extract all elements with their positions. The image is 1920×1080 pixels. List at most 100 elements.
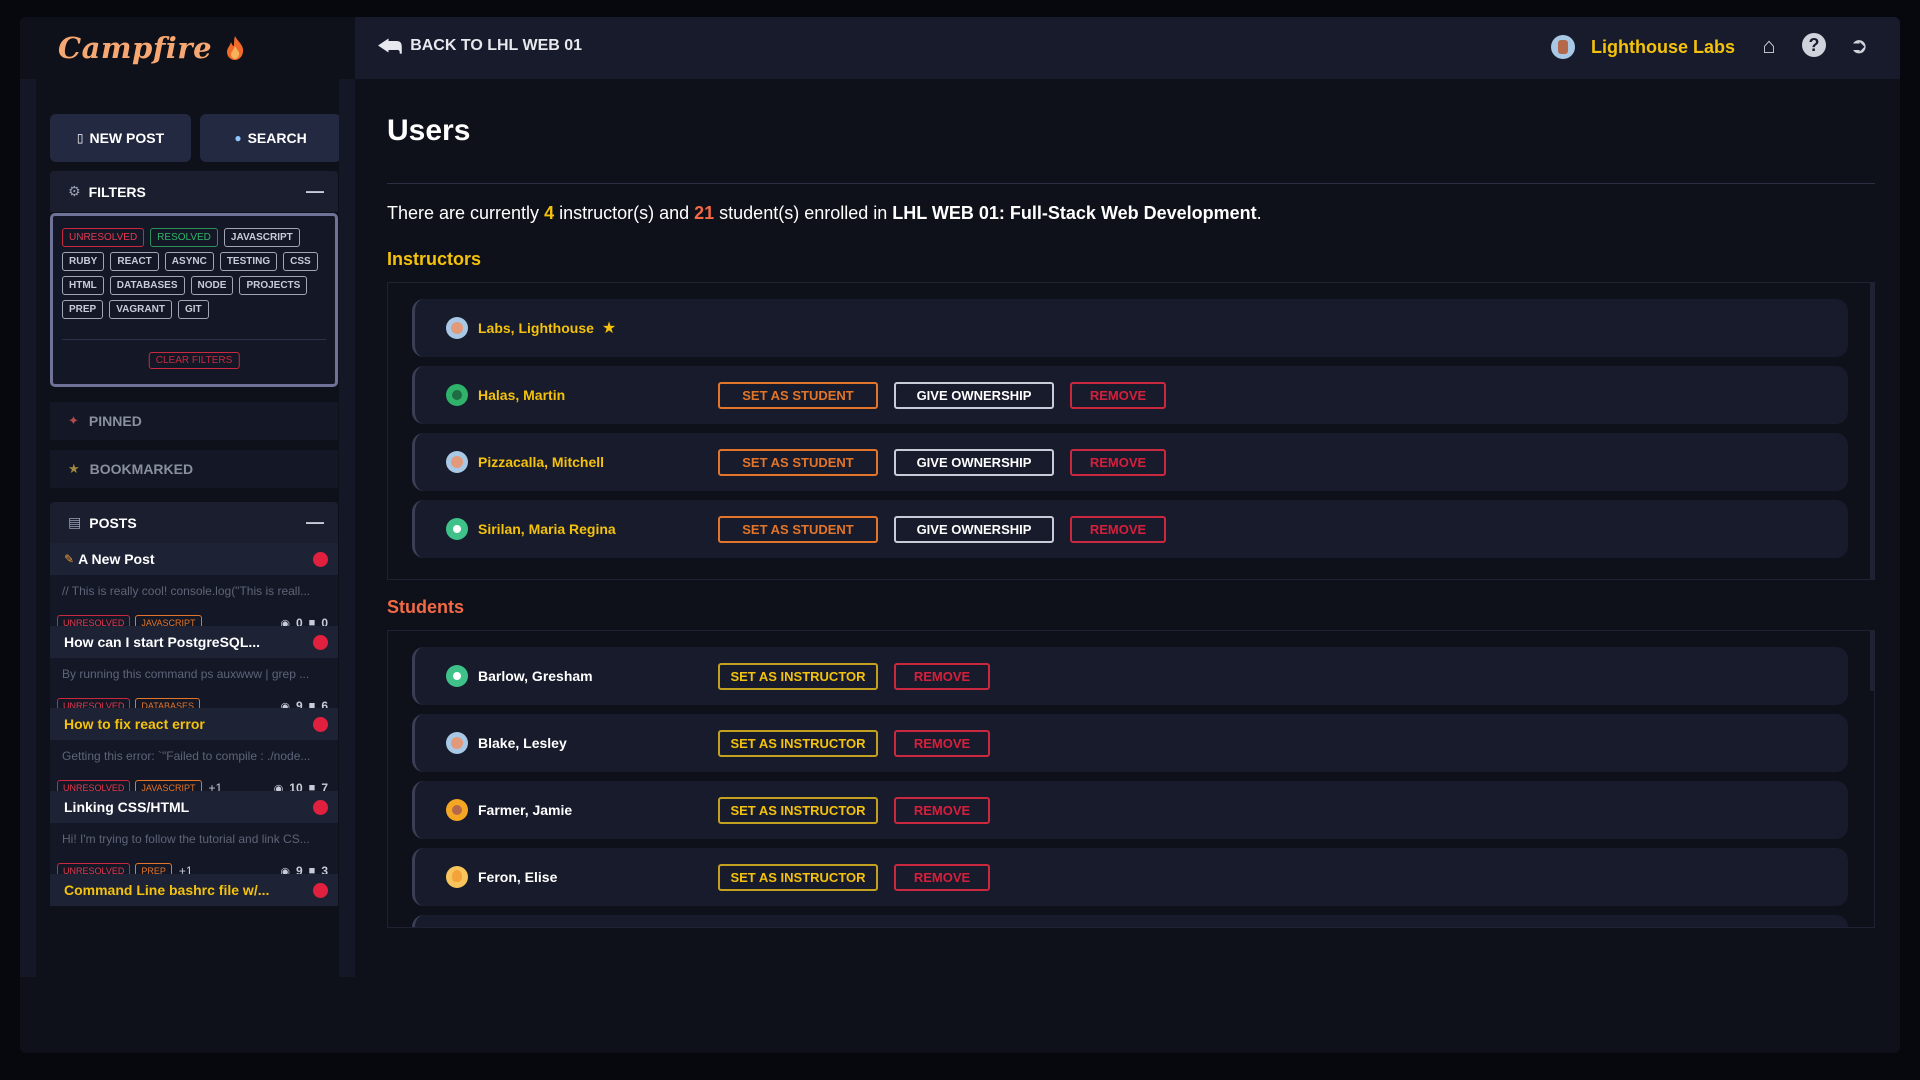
post-title: Linking CSS/HTML: [64, 799, 190, 815]
remove-button[interactable]: REMOVE: [894, 863, 990, 891]
set-as-student-button[interactable]: SET AS STUDENT: [718, 448, 878, 476]
filter-tag[interactable]: CSS: [283, 252, 318, 271]
user-name[interactable]: Blake, Lesley: [478, 735, 718, 751]
new-post-button[interactable]: ▯ NEW POST: [50, 114, 191, 162]
student-row: Blake, Lesley SET AS INSTRUCTOR REMOVE: [412, 714, 1848, 772]
post-title: A New Post: [78, 551, 155, 567]
user-name[interactable]: Feron, Elise: [478, 869, 718, 885]
instructors-scrollbar[interactable]: [1870, 283, 1874, 579]
user-name[interactable]: Sirilan, Maria Regina: [478, 521, 718, 537]
user-name[interactable]: Farmer, Jamie: [478, 802, 718, 818]
user-avatar: [446, 317, 468, 339]
filter-tag[interactable]: UNRESOLVED: [62, 228, 145, 247]
logo[interactable]: Campfire: [20, 17, 355, 79]
unread-dot-icon: [313, 551, 328, 567]
back-arrow-icon: ⮪: [378, 31, 403, 61]
set-as-student-button[interactable]: SET AS STUDENT: [718, 515, 878, 543]
student-row-partial: [412, 915, 1848, 927]
bookmarked-section[interactable]: ★ BOOKMARKED: [50, 450, 338, 488]
summary-end: .: [1256, 203, 1262, 223]
instructor-count: 4: [544, 203, 555, 223]
post-header[interactable]: How to fix react error: [50, 708, 338, 740]
gear-icon: ⚙: [68, 183, 81, 199]
pinned-label: PINNED: [88, 413, 142, 429]
posts-header[interactable]: ▤ POSTS —: [50, 502, 338, 543]
filter-tag[interactable]: PROJECTS: [239, 276, 308, 295]
logout-icon[interactable]: ➲: [1846, 33, 1872, 59]
org-avatar: [1551, 35, 1575, 59]
page-title: Users: [387, 114, 471, 147]
clear-filters-button[interactable]: CLEAR FILTERS: [148, 352, 240, 369]
remove-button[interactable]: REMOVE: [894, 796, 990, 824]
give-ownership-button[interactable]: GIVE OWNERSHIP: [894, 381, 1054, 409]
remove-button[interactable]: REMOVE: [1070, 515, 1166, 543]
owner-star-icon: ★: [601, 320, 617, 337]
post-header[interactable]: ✎ A New Post: [50, 543, 338, 575]
filter-tag[interactable]: DATABASES: [109, 276, 185, 295]
filter-tag[interactable]: HTML: [62, 276, 104, 295]
collapse-posts-icon[interactable]: —: [306, 512, 324, 533]
remove-button[interactable]: REMOVE: [894, 729, 990, 757]
filter-divider: [62, 339, 326, 340]
post-title: Command Line bashrc file w/...: [64, 882, 270, 898]
set-as-student-button[interactable]: SET AS STUDENT: [718, 381, 878, 409]
post-header[interactable]: Command Line bashrc file w/...: [50, 874, 338, 906]
user-name[interactable]: Halas, Martin: [478, 387, 718, 403]
remove-button[interactable]: REMOVE: [1070, 448, 1166, 476]
summary-mid1: instructor(s) and: [554, 203, 695, 223]
home-icon[interactable]: ⌂: [1756, 33, 1782, 59]
user-avatar: [446, 384, 468, 406]
main-content: Users There are currently 4 instructor(s…: [355, 79, 1900, 977]
set-as-instructor-button[interactable]: SET AS INSTRUCTOR: [718, 729, 878, 757]
student-row: Feron, Elise SET AS INSTRUCTOR REMOVE: [412, 848, 1848, 906]
user-avatar: [446, 451, 468, 473]
new-post-label: NEW POST: [89, 130, 165, 146]
help-icon[interactable]: ?: [1802, 33, 1826, 57]
filter-tag[interactable]: PREP: [62, 300, 104, 319]
post-title: How to fix react error: [64, 716, 205, 732]
filter-tag[interactable]: VAGRANT: [109, 300, 172, 319]
filter-tag[interactable]: ASYNC: [164, 252, 214, 271]
set-as-instructor-button[interactable]: SET AS INSTRUCTOR: [718, 796, 878, 824]
post-preview: // This is really cool! console.log("Thi…: [62, 584, 311, 598]
filter-tag[interactable]: JAVASCRIPT: [223, 228, 300, 247]
org-profile[interactable]: Lighthouse Labs: [1551, 35, 1735, 59]
filter-tag[interactable]: GIT: [177, 300, 209, 319]
flame-icon: [227, 36, 244, 60]
user-name[interactable]: Pizzacalla, Mitchell: [478, 454, 718, 470]
collapse-filters-icon[interactable]: —: [306, 181, 324, 202]
pinned-section[interactable]: ✦ PINNED: [50, 402, 338, 440]
summary-pre: There are currently: [387, 203, 545, 223]
filter-tag[interactable]: RESOLVED: [150, 228, 218, 247]
instructor-row: Labs, Lighthouse ★: [412, 299, 1848, 357]
post-header[interactable]: How can I start PostgreSQL...: [50, 626, 338, 658]
posts-icon: ▤: [68, 514, 82, 530]
post-header[interactable]: Linking CSS/HTML: [50, 791, 338, 823]
post-title: How can I start PostgreSQL...: [64, 634, 261, 650]
search-button[interactable]: ● SEARCH: [200, 114, 339, 162]
set-as-instructor-button[interactable]: SET AS INSTRUCTOR: [718, 662, 878, 690]
students-panel: Barlow, Gresham SET AS INSTRUCTOR REMOVE Bl…: [387, 630, 1875, 928]
post-card[interactable]: Command Line bashrc file w/...: [50, 874, 338, 906]
filters-header[interactable]: ⚙ FILTERS —: [50, 171, 338, 212]
give-ownership-button[interactable]: GIVE OWNERSHIP: [894, 515, 1054, 543]
back-link[interactable]: ⮪ BACK TO LHL WEB 01: [378, 31, 582, 61]
students-scrollbar[interactable]: [1870, 631, 1874, 691]
remove-button[interactable]: REMOVE: [1070, 381, 1166, 409]
org-name: Lighthouse Labs: [1591, 36, 1735, 57]
filter-tags: UNRESOLVED RESOLVED JAVASCRIPT RUBY REACT ASY…: [62, 228, 332, 319]
filter-tag[interactable]: TESTING: [219, 252, 278, 271]
app-logo-text: Campfire: [58, 31, 213, 65]
user-name[interactable]: Labs, Lighthouse ★: [478, 318, 718, 338]
user-name[interactable]: Barlow, Gresham: [478, 668, 718, 684]
posts-title: POSTS: [89, 514, 137, 531]
remove-button[interactable]: REMOVE: [894, 662, 990, 690]
filter-tag[interactable]: RUBY: [62, 252, 105, 271]
filter-tag[interactable]: NODE: [190, 276, 234, 295]
students-title: Students: [387, 597, 465, 617]
filter-tag[interactable]: REACT: [110, 252, 159, 271]
set-as-instructor-button[interactable]: SET AS INSTRUCTOR: [718, 863, 878, 891]
unread-dot-icon: [313, 634, 328, 650]
give-ownership-button[interactable]: GIVE OWNERSHIP: [894, 448, 1054, 476]
filters-title: FILTERS: [88, 183, 146, 200]
